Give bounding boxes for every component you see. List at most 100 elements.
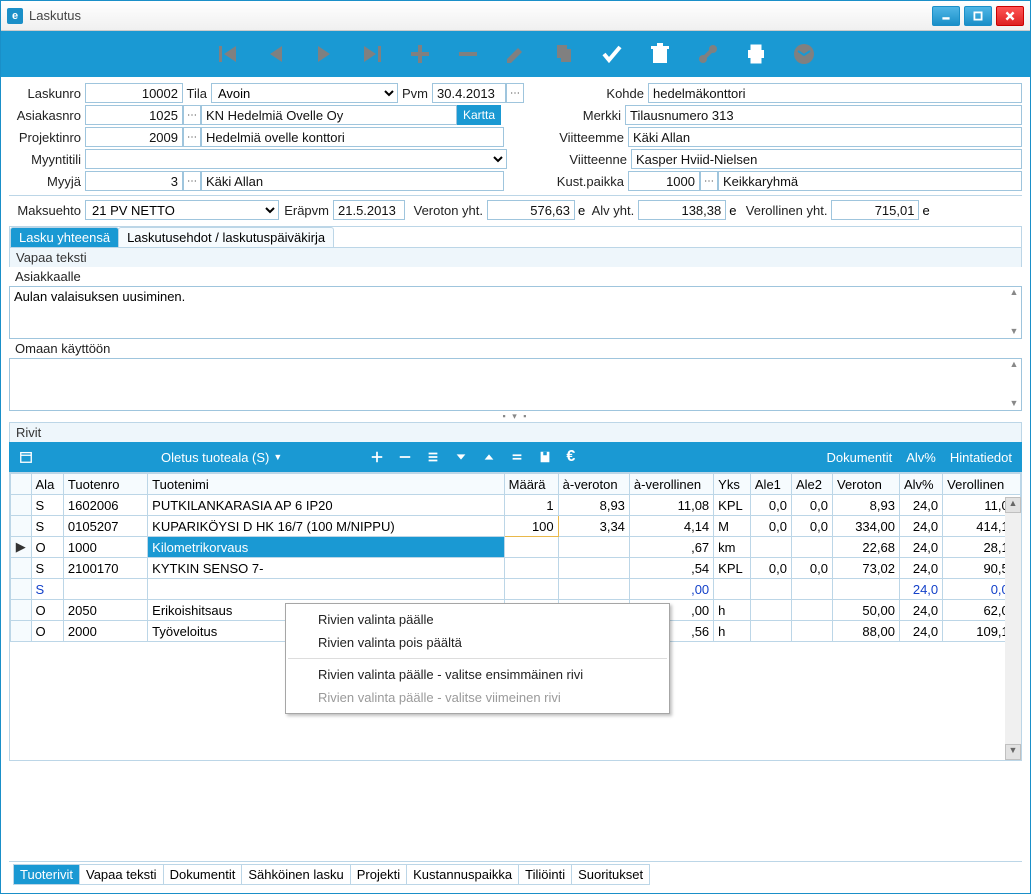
col-header[interactable]: Tuotenimi bbox=[148, 474, 504, 495]
tab-laskutusehdot[interactable]: Laskutusehdot / laskutuspäiväkirja bbox=[118, 227, 334, 247]
asiakkaalle-textarea[interactable]: Aulan valaisuksen uusiminen. bbox=[10, 287, 1021, 335]
table-row[interactable]: S2100170KYTKIN SENSO 7-,54KPL0,00,073,02… bbox=[11, 558, 1021, 579]
tila-select[interactable]: Avoin bbox=[211, 83, 398, 103]
col-header[interactable]: Ale1 bbox=[750, 474, 791, 495]
viitteemme-input[interactable] bbox=[628, 127, 1022, 147]
myyntitili-select[interactable] bbox=[85, 149, 507, 169]
alvyht-value bbox=[638, 200, 726, 220]
prev-icon[interactable] bbox=[263, 41, 289, 67]
kohde-input[interactable] bbox=[648, 83, 1022, 103]
col-header[interactable]: Verollinen bbox=[943, 474, 1021, 495]
first-icon[interactable] bbox=[215, 41, 241, 67]
col-header[interactable]: à-veroton bbox=[558, 474, 629, 495]
table-row[interactable]: S1602006PUTKILANKARASIA AP 6 IP2018,9311… bbox=[11, 495, 1021, 516]
trash-icon[interactable] bbox=[647, 41, 673, 67]
col-header[interactable]: Veroton bbox=[832, 474, 899, 495]
calendar-icon[interactable] bbox=[19, 450, 33, 464]
bottom-tab[interactable]: Kustannuspaikka bbox=[406, 864, 519, 885]
mail-icon[interactable] bbox=[791, 41, 817, 67]
col-header[interactable] bbox=[11, 474, 32, 495]
asiakas-nimi-input[interactable] bbox=[201, 105, 457, 125]
table-row[interactable]: ▶O1000Kilometrikorvaus,67km22,6824,028,1… bbox=[11, 537, 1021, 558]
bottom-tab[interactable]: Dokumentit bbox=[163, 864, 243, 885]
projektinro-input[interactable] bbox=[85, 127, 183, 147]
omaan-label: Omaan käyttöön bbox=[9, 339, 1022, 358]
col-header[interactable]: Määrä bbox=[504, 474, 558, 495]
projekti-nimi-input[interactable] bbox=[201, 127, 504, 147]
maximize-button[interactable] bbox=[964, 6, 992, 26]
pvm-picker[interactable]: ⋯ bbox=[506, 83, 524, 103]
col-header[interactable]: Yks bbox=[714, 474, 751, 495]
maksuehto-select[interactable]: 21 PV NETTO bbox=[85, 200, 279, 220]
cur3: e bbox=[919, 203, 932, 218]
bottom-tab[interactable]: Vapaa teksti bbox=[79, 864, 164, 885]
row-add-icon[interactable] bbox=[370, 450, 384, 464]
kartta-button[interactable]: Kartta bbox=[457, 105, 501, 125]
alv-link[interactable]: Alv% bbox=[906, 450, 936, 465]
minimize-button[interactable] bbox=[932, 6, 960, 26]
kohde-label: Kohde bbox=[568, 86, 648, 101]
kustpaikka-nro-input[interactable] bbox=[628, 171, 700, 191]
verollinen-label: Verollinen yht. bbox=[739, 203, 831, 218]
euro-icon[interactable]: € bbox=[566, 448, 575, 466]
row-list-icon[interactable] bbox=[426, 450, 440, 464]
row-down-icon[interactable] bbox=[454, 450, 468, 464]
bottom-tab[interactable]: Tuoterivit bbox=[13, 864, 80, 885]
last-icon[interactable] bbox=[359, 41, 385, 67]
grid-scrollbar[interactable]: ▲▼ bbox=[1005, 497, 1021, 760]
ctx-valinta-paalle[interactable]: Rivien valinta päälle bbox=[286, 608, 669, 631]
merkki-input[interactable] bbox=[625, 105, 1022, 125]
ctx-valitse-ensimmainen[interactable]: Rivien valinta päälle - valitse ensimmäi… bbox=[286, 663, 669, 686]
table-row[interactable]: S0105207KUPARIKÖYSI D HK 16/7 (100 M/NIP… bbox=[11, 516, 1021, 537]
next-icon[interactable] bbox=[311, 41, 337, 67]
col-header[interactable]: Alv% bbox=[899, 474, 942, 495]
row-up-icon[interactable] bbox=[482, 450, 496, 464]
bottom-tab[interactable]: Sähköinen lasku bbox=[241, 864, 350, 885]
window-title: Laskutus bbox=[29, 8, 932, 23]
laskunro-input[interactable] bbox=[85, 83, 183, 103]
scrollbar[interactable]: ▲▼ bbox=[1007, 359, 1021, 410]
remove-icon[interactable] bbox=[455, 41, 481, 67]
print-icon[interactable] bbox=[743, 41, 769, 67]
projektinro-picker[interactable]: ⋯ bbox=[183, 127, 201, 147]
row-remove-icon[interactable] bbox=[398, 450, 412, 464]
titlebar: e Laskutus bbox=[1, 1, 1030, 31]
row-save-icon[interactable] bbox=[538, 450, 552, 464]
edit-icon[interactable] bbox=[503, 41, 529, 67]
tab-lasku-yhteensa[interactable]: Lasku yhteensä bbox=[10, 227, 119, 247]
close-button[interactable] bbox=[996, 6, 1024, 26]
row-equals-icon[interactable] bbox=[510, 450, 524, 464]
hintatiedot-link[interactable]: Hintatiedot bbox=[950, 450, 1012, 465]
viitteenne-input[interactable] bbox=[631, 149, 1022, 169]
context-menu: Rivien valinta päälle Rivien valinta poi… bbox=[285, 603, 670, 714]
ctx-valinta-pois[interactable]: Rivien valinta pois päältä bbox=[286, 631, 669, 654]
asiakasnro-picker[interactable]: ⋯ bbox=[183, 105, 201, 125]
table-row[interactable]: S,0024,00,00 bbox=[11, 579, 1021, 600]
scrollbar[interactable]: ▲▼ bbox=[1007, 287, 1021, 338]
copy-icon[interactable] bbox=[551, 41, 577, 67]
link-icon[interactable] bbox=[695, 41, 721, 67]
myyja-picker[interactable]: ⋯ bbox=[183, 171, 201, 191]
omaan-textarea[interactable] bbox=[10, 359, 1021, 407]
kustpaikka-label: Kust.paikka bbox=[548, 174, 628, 189]
kustpaikka-picker[interactable]: ⋯ bbox=[700, 171, 718, 191]
bottom-tab[interactable]: Suoritukset bbox=[571, 864, 650, 885]
resize-handle[interactable]: ▪ ▾ ▪ bbox=[1, 411, 1030, 422]
dokumentit-link[interactable]: Dokumentit bbox=[826, 450, 892, 465]
ctx-valitse-viimeinen[interactable]: Rivien valinta päälle - valitse viimeine… bbox=[286, 686, 669, 709]
bottom-tab[interactable]: Tiliöinti bbox=[518, 864, 572, 885]
add-icon[interactable] bbox=[407, 41, 433, 67]
col-header[interactable]: à-verollinen bbox=[629, 474, 713, 495]
myyja-nro-input[interactable] bbox=[85, 171, 183, 191]
bottom-tab[interactable]: Projekti bbox=[350, 864, 407, 885]
pvm-input[interactable] bbox=[432, 83, 506, 103]
col-header[interactable]: Ala bbox=[31, 474, 63, 495]
col-header[interactable]: Ale2 bbox=[791, 474, 832, 495]
kustpaikka-nimi-input[interactable] bbox=[718, 171, 1022, 191]
confirm-icon[interactable] bbox=[599, 41, 625, 67]
erapvm-input[interactable] bbox=[333, 200, 405, 220]
myyja-nimi-input[interactable] bbox=[201, 171, 504, 191]
col-header[interactable]: Tuotenro bbox=[63, 474, 147, 495]
asiakasnro-input[interactable] bbox=[85, 105, 183, 125]
tuoteala-dropdown[interactable]: Oletus tuoteala (S) ▼ bbox=[161, 450, 282, 465]
